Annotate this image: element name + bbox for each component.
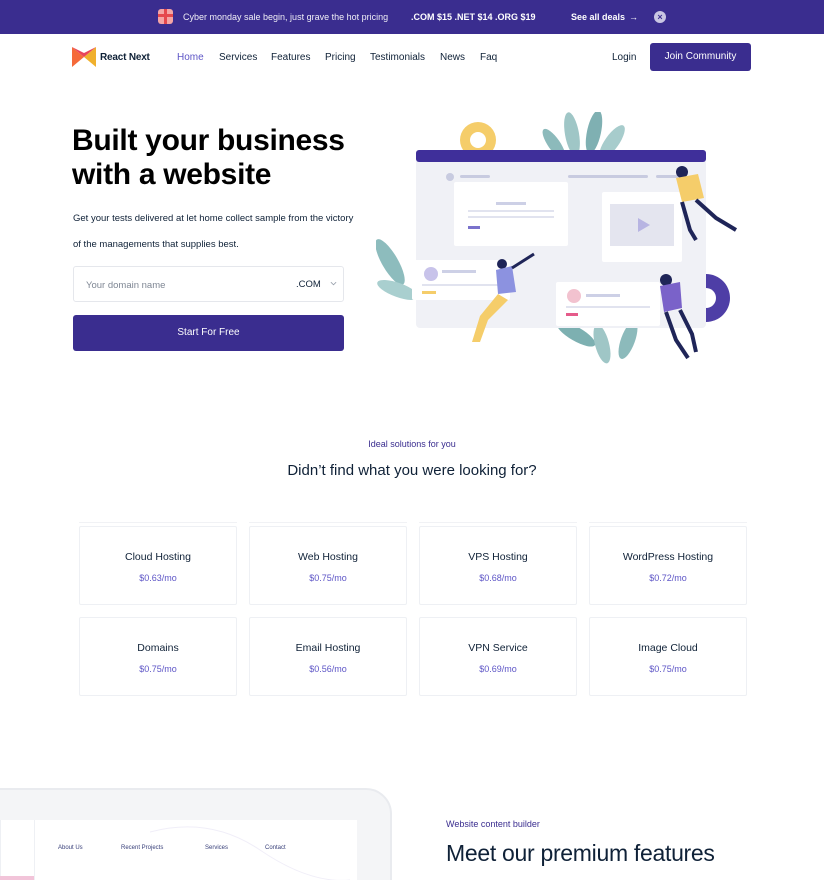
nav-item-testimonials[interactable]: Testimonials (370, 52, 425, 63)
service-name: Web Hosting (298, 551, 358, 563)
see-all-deals-link[interactable]: See all deals → (571, 12, 638, 22)
mockup-nav-contact: Contact (265, 845, 286, 851)
gift-icon (158, 9, 173, 24)
mockup-nav-services: Services (205, 845, 229, 851)
join-community-button[interactable]: Join Community (650, 43, 751, 71)
service-price: $0.75/mo (649, 664, 687, 674)
service-card-vps-hosting[interactable]: VPS Hosting $0.68/mo (419, 526, 577, 605)
service-card-cloud-hosting[interactable]: Cloud Hosting $0.63/mo (79, 526, 237, 605)
start-for-free-button[interactable]: Start For Free (73, 315, 344, 351)
service-name: Domains (137, 642, 179, 654)
service-name: VPN Service (468, 642, 528, 654)
nav-item-home[interactable]: Home (177, 52, 204, 63)
service-name: Image Cloud (638, 642, 698, 654)
see-all-deals-label: See all deals (571, 12, 626, 22)
chevron-down-icon[interactable] (330, 280, 337, 287)
solutions-subtitle: Ideal solutions for you (368, 439, 456, 449)
nav-item-services[interactable]: Services (219, 52, 257, 63)
domain-input[interactable] (86, 277, 276, 293)
service-name: Email Hosting (295, 642, 361, 654)
arrow-right-icon: → (629, 12, 639, 22)
service-card-email-hosting[interactable]: Email Hosting $0.56/mo (249, 617, 407, 696)
brand-name[interactable]: React Next (100, 52, 150, 63)
promo-bar: Cyber monday sale begin, just grave the … (0, 0, 824, 34)
hero-title: Built your business with a website (72, 124, 345, 191)
domain-search-box: .COM (73, 266, 344, 302)
service-price: $0.69/mo (479, 664, 517, 674)
service-card-vpn-service[interactable]: VPN Service $0.69/mo (419, 617, 577, 696)
features-title: Meet our premium features (446, 840, 715, 866)
service-price: $0.56/mo (309, 664, 347, 674)
promo-message: Cyber monday sale begin, just grave the … (183, 12, 389, 22)
service-name: VPS Hosting (468, 551, 528, 563)
service-card-image-cloud[interactable]: Image Cloud $0.75/mo (589, 617, 747, 696)
mockup-nav-about-us: About Us (58, 845, 83, 851)
login-link[interactable]: Login (612, 52, 636, 63)
service-price: $0.72/mo (649, 573, 687, 583)
hero-description: Get your tests delivered at let home col… (73, 213, 354, 250)
close-icon[interactable]: × (654, 11, 666, 23)
mockup-nav-recent-projects: Recent Projects (121, 845, 164, 851)
service-price: $0.75/mo (139, 664, 177, 674)
service-price: $0.75/mo (309, 573, 347, 583)
screen-divider (34, 820, 35, 880)
mockup-accent-strip (0, 876, 34, 880)
service-name: WordPress Hosting (622, 551, 714, 563)
tld-select[interactable]: .COM (296, 279, 321, 290)
nav-item-faq[interactable]: Faq (480, 52, 497, 63)
service-card-domains[interactable]: Domains $0.75/mo (79, 617, 237, 696)
promo-prices: .COM $15 .NET $14 .ORG $19 (411, 12, 536, 22)
screen-decoration (150, 826, 350, 880)
hero-illustration (376, 112, 738, 364)
card-divider (589, 522, 747, 523)
service-price: $0.68/mo (479, 573, 517, 583)
nav-item-pricing[interactable]: Pricing (325, 52, 356, 63)
solutions-title: Didn’t find what you were looking for? (287, 462, 537, 479)
nav-item-news[interactable]: News (440, 52, 465, 63)
service-card-wordpress-hosting[interactable]: WordPress Hosting $0.72/mo (589, 526, 747, 605)
card-divider (419, 522, 577, 523)
features-subtitle: Website content builder (446, 819, 540, 829)
service-price: $0.63/mo (139, 573, 177, 583)
service-card-web-hosting[interactable]: Web Hosting $0.75/mo (249, 526, 407, 605)
brand-logo-icon[interactable] (72, 47, 96, 67)
card-divider (249, 522, 407, 523)
card-divider (79, 522, 237, 523)
nav-item-features[interactable]: Features (271, 52, 310, 63)
service-name: Cloud Hosting (125, 551, 191, 563)
